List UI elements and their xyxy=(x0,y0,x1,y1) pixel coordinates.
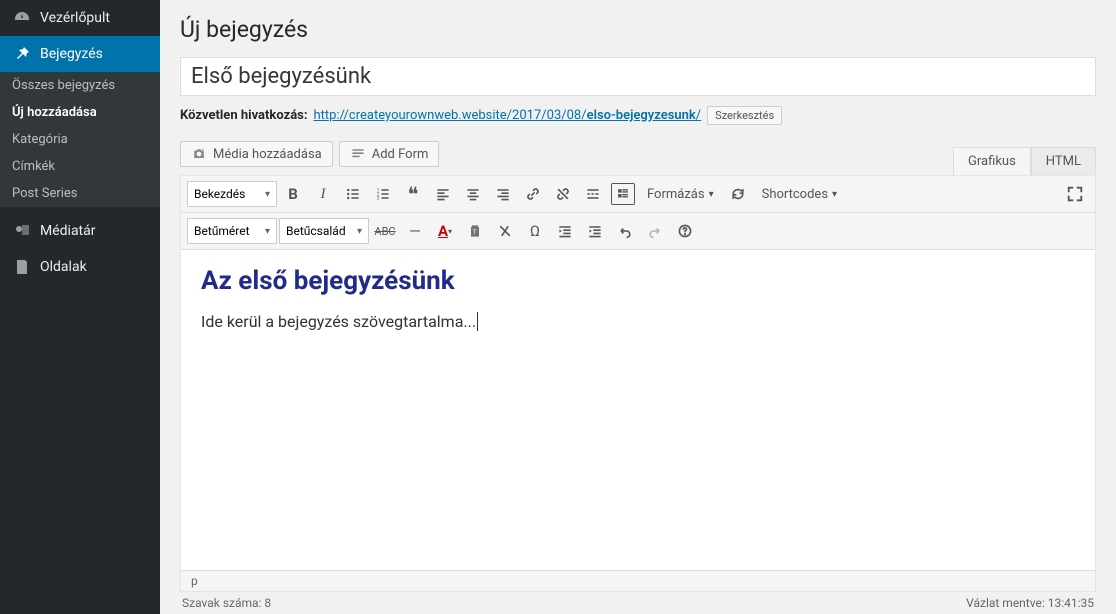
sidebar-label: Oldalak xyxy=(40,259,87,275)
undo-button[interactable] xyxy=(611,217,639,245)
form-icon xyxy=(350,146,366,162)
add-form-button[interactable]: Add Form xyxy=(339,141,440,167)
camera-icon xyxy=(191,146,207,162)
fullscreen-button[interactable] xyxy=(1061,180,1089,208)
permalink-label: Közvetlen hivatkozás: xyxy=(180,108,308,123)
dashboard-icon xyxy=(12,8,32,28)
align-right-button[interactable] xyxy=(489,180,517,208)
text-color-button[interactable]: A ▾ xyxy=(431,217,459,245)
tab-html[interactable]: HTML xyxy=(1031,147,1096,176)
editor-toolbar-row2: Betűméret Betűcsalád ABC — A ▾ T Ω xyxy=(181,213,1095,250)
link-button[interactable] xyxy=(519,180,547,208)
sidebar-label: Médiatár xyxy=(40,223,96,239)
fontsize-select[interactable]: Betűméret xyxy=(187,218,277,244)
sidebar-sub-post-series[interactable]: Post Series xyxy=(0,180,160,207)
unlink-button[interactable] xyxy=(549,180,577,208)
help-button[interactable] xyxy=(671,217,699,245)
fontfamily-select[interactable]: Betűcsalád xyxy=(279,218,369,244)
refresh-button[interactable] xyxy=(724,180,752,208)
sidebar-sub-tags[interactable]: Címkék xyxy=(0,153,160,180)
svg-text:T: T xyxy=(473,228,477,236)
pin-icon xyxy=(12,44,32,64)
outdent-button[interactable] xyxy=(551,217,579,245)
paragraph-select[interactable]: Bekezdés xyxy=(187,181,277,207)
sidebar-sub-categories[interactable]: Kategória xyxy=(0,126,160,153)
permalink-row: Közvetlen hivatkozás: http://createyouro… xyxy=(180,106,1096,125)
indent-button[interactable] xyxy=(581,217,609,245)
tab-visual[interactable]: Grafikus xyxy=(953,147,1031,176)
editor-content[interactable]: Az első bejegyzésünk Ide kerül a bejegyz… xyxy=(181,250,1095,570)
sidebar-sub-add-new[interactable]: Új hozzáadása xyxy=(0,99,160,126)
shortcodes-dropdown[interactable]: Shortcodes ▾ xyxy=(754,187,845,202)
clear-formatting-button[interactable] xyxy=(491,217,519,245)
editor-path: p xyxy=(181,570,1095,591)
sidebar-sub-all-posts[interactable]: Összes bejegyzés xyxy=(0,72,160,99)
media-icon xyxy=(12,221,32,241)
permalink-link[interactable]: http://createyourownweb.website/2017/03/… xyxy=(314,108,702,123)
read-more-button[interactable] xyxy=(579,180,607,208)
horizontal-rule-button[interactable]: — xyxy=(401,217,429,245)
post-title-input[interactable] xyxy=(180,57,1096,96)
special-char-button[interactable]: Ω xyxy=(521,217,549,245)
add-media-button[interactable]: Média hozzáadása xyxy=(180,141,333,167)
page-title: Új bejegyzés xyxy=(180,16,1096,43)
content-paragraph: Ide kerül a bejegyzés szövegtartalma... xyxy=(201,312,1075,331)
bold-button[interactable]: B xyxy=(279,180,307,208)
numbered-list-button[interactable]: 123 xyxy=(369,180,397,208)
word-count: Szavak száma: 8 xyxy=(182,596,271,610)
sidebar-item-posts[interactable]: Bejegyzés xyxy=(0,36,160,72)
formats-dropdown[interactable]: Formázás ▾ xyxy=(639,187,722,202)
sidebar-item-pages[interactable]: Oldalak xyxy=(0,249,160,285)
paste-text-button[interactable]: T xyxy=(461,217,489,245)
sidebar-label: Vezérlőpult xyxy=(40,10,110,26)
pages-icon xyxy=(12,257,32,277)
blockquote-button[interactable]: ❝ xyxy=(399,180,427,208)
align-left-button[interactable] xyxy=(429,180,457,208)
sidebar-label: Bejegyzés xyxy=(40,46,103,62)
content-heading: Az első bejegyzésünk xyxy=(201,266,1075,296)
svg-text:3: 3 xyxy=(377,196,380,202)
editor-toolbar-row1: Bekezdés B I 123 ❝ Formázás ▾ Shortcodes… xyxy=(181,176,1095,213)
edit-permalink-button[interactable]: Szerkesztés xyxy=(707,106,782,125)
redo-button[interactable] xyxy=(641,217,669,245)
align-center-button[interactable] xyxy=(459,180,487,208)
italic-button[interactable]: I xyxy=(309,180,337,208)
strikethrough-button[interactable]: ABC xyxy=(371,217,399,245)
sidebar-item-dashboard[interactable]: Vezérlőpult xyxy=(0,0,160,36)
sidebar-item-media[interactable]: Médiatár xyxy=(0,213,160,249)
draft-saved: Vázlat mentve: 13:41:35 xyxy=(966,596,1094,610)
toolbar-toggle-button[interactable] xyxy=(611,183,635,205)
bullet-list-button[interactable] xyxy=(339,180,367,208)
